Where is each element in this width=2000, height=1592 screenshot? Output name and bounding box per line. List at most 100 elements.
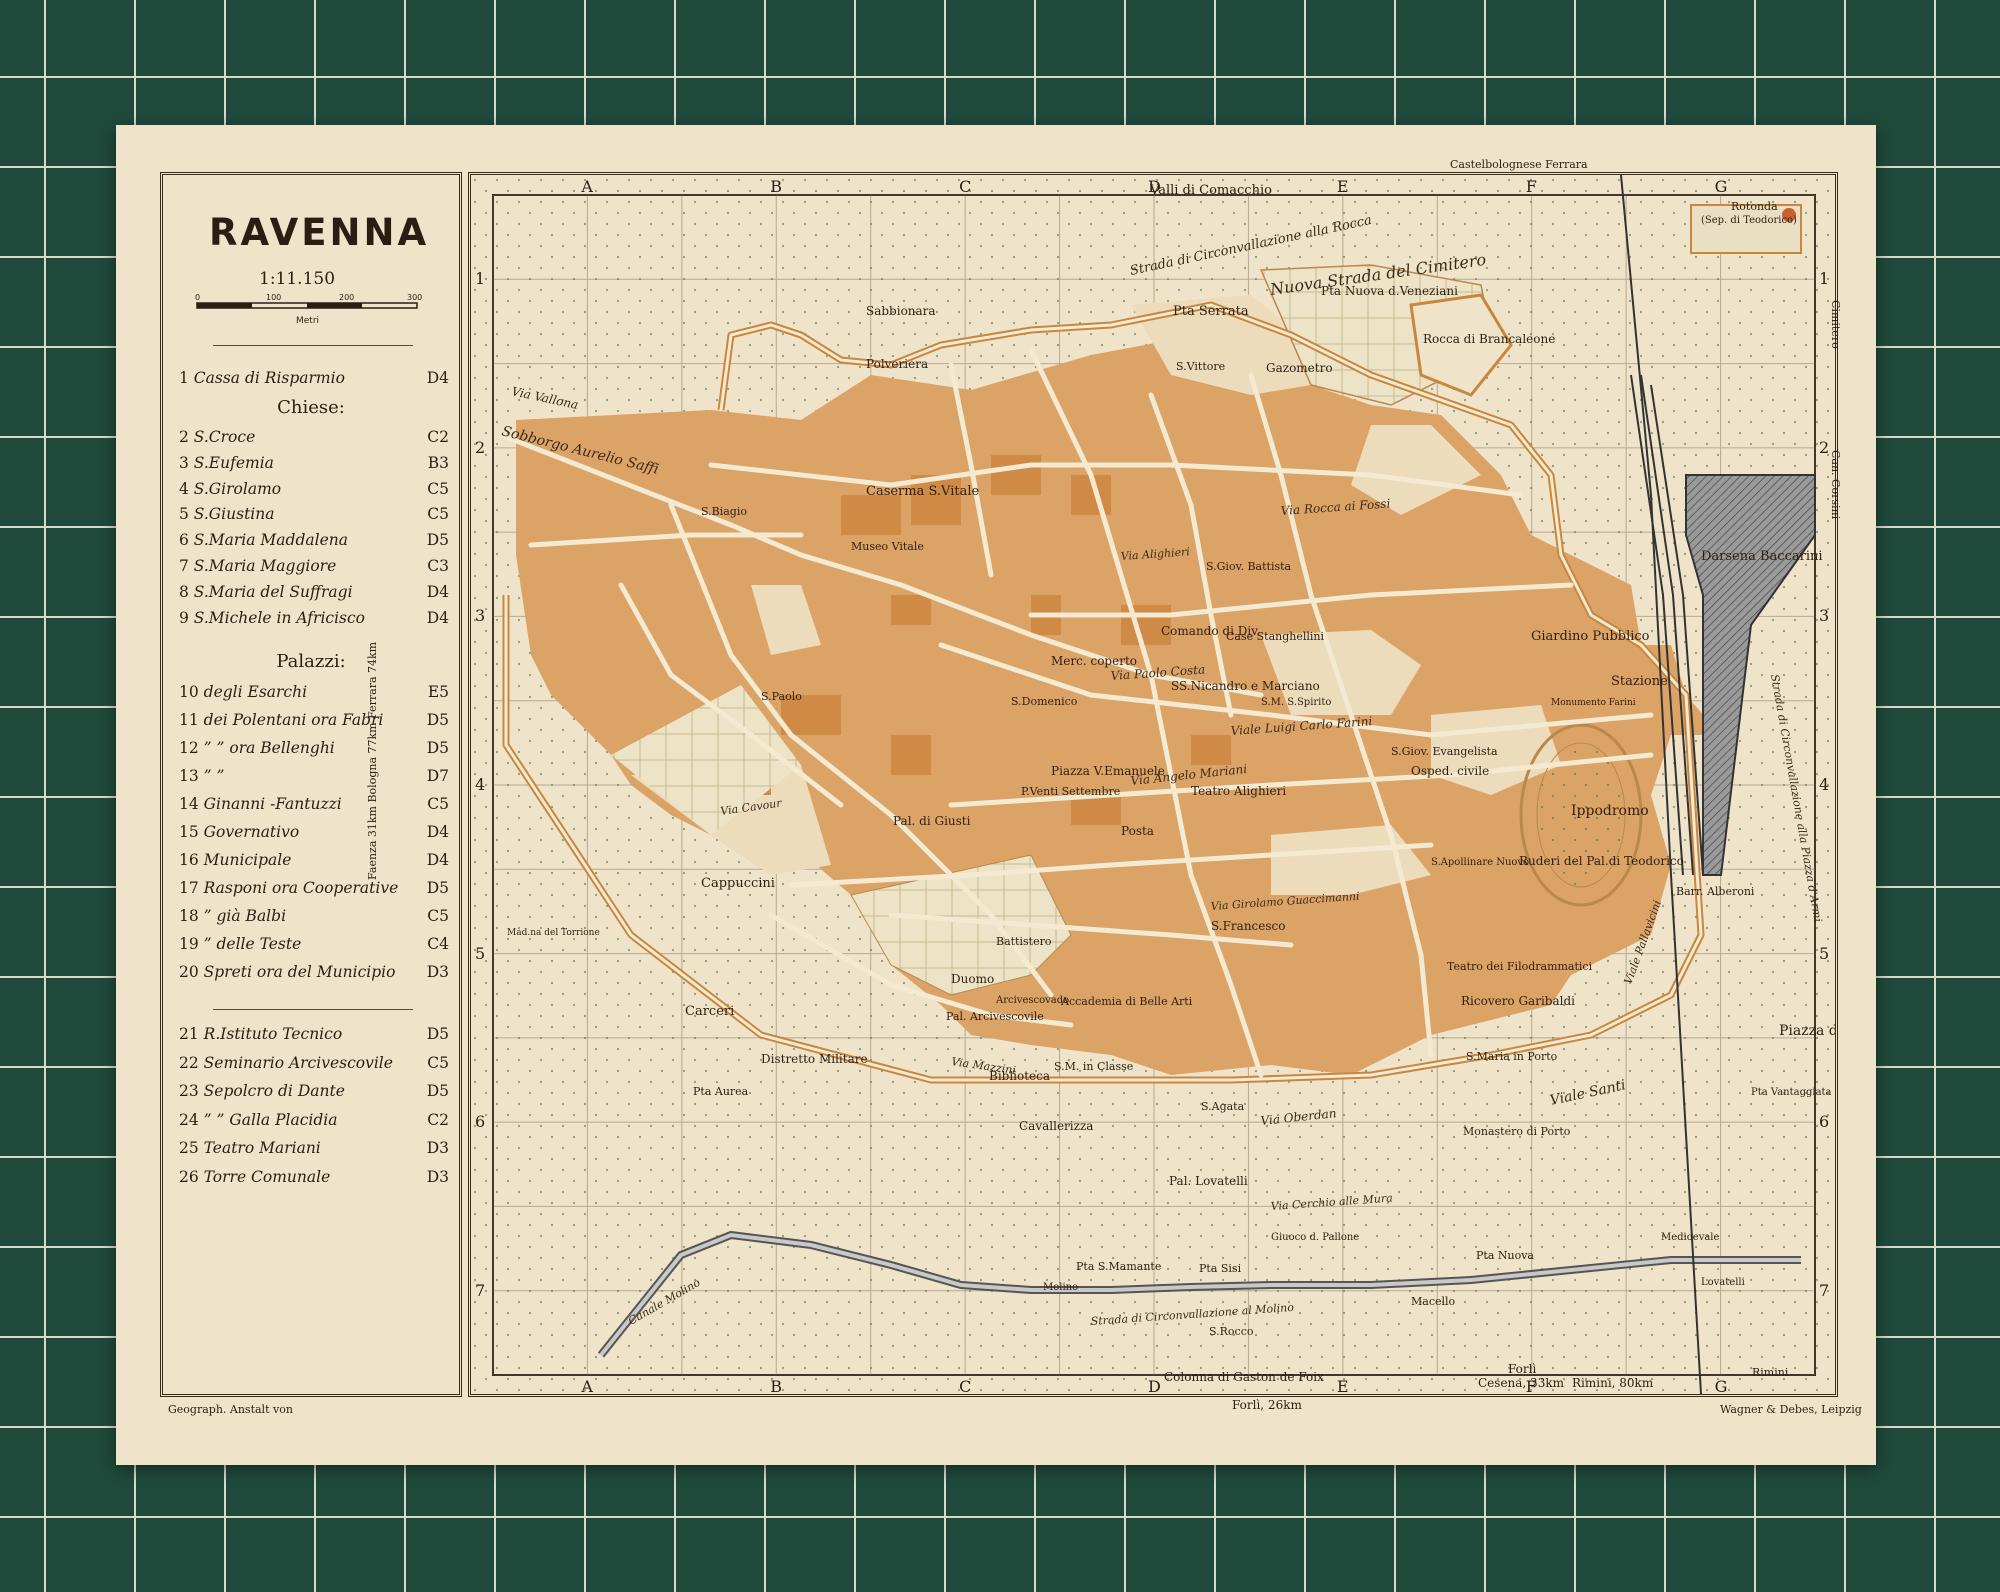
place-label-madonna-torrione[interactable]: Mad.na del Torrione <box>507 928 600 938</box>
place-label-s-vittore[interactable]: S.Vittore <box>1176 360 1225 373</box>
place-label-gazometro[interactable]: Gazometro <box>1266 361 1333 375</box>
legend-entry-name: S.Maria del Suffragi <box>193 582 353 601</box>
place-label-sabbionara[interactable]: Sabbionara <box>866 304 936 318</box>
legend-entry-grid-code: D4 <box>426 582 449 601</box>
place-label-nicandro[interactable]: SS.Nicandro e Marciano <box>1171 679 1320 693</box>
place-label-carceri[interactable]: Carceri <box>685 1004 734 1019</box>
legend-entry-grid-code: C5 <box>427 1053 449 1072</box>
legend-entry: 20 Spreti ora del Municipio D3 <box>179 963 449 981</box>
place-label-p-nuova[interactable]: Pta Nuova <box>1476 1249 1534 1262</box>
place-label-s-domenico[interactable]: S.Domenico <box>1011 695 1078 708</box>
place-label-ippodromo[interactable]: Ippodromo <box>1571 803 1649 819</box>
place-label-teatro-filodrammatici[interactable]: Teatro dei Filodrammatici <box>1447 960 1593 973</box>
legend-entry-name: S.Maria Maggiore <box>193 557 337 575</box>
place-label-s-m-classe[interactable]: S.M. in Classe <box>1054 1060 1133 1073</box>
grid-column-label-e: E <box>1336 177 1349 196</box>
place-label-giardino[interactable]: Giardino Pubblico <box>1531 629 1650 644</box>
place-label-s-francesco[interactable]: S.Francesco <box>1211 919 1285 933</box>
place-label-macello[interactable]: Macello <box>1411 1295 1456 1308</box>
place-label-battistero[interactable]: Battistero <box>996 935 1052 948</box>
place-label-s-giov-evangelista[interactable]: S.Giov. Evangelista <box>1391 745 1498 758</box>
legend-entry: 14 Ginanni -Fantuzzi C5 <box>179 795 449 813</box>
place-label-monastero[interactable]: Monastero di Porto <box>1463 1125 1571 1138</box>
place-label-caserma[interactable]: Caserma S.Vitale <box>866 484 980 499</box>
place-label-museo-vitale[interactable]: Museo Vitale <box>851 540 924 553</box>
place-label-case-stanghellini[interactable]: Case Stanghellini <box>1226 630 1324 643</box>
place-label-piazza-armi[interactable]: Piazza d'Armi <box>1779 1023 1835 1039</box>
place-label-teatro-alighieri[interactable]: Teatro Alighieri <box>1191 784 1286 798</box>
legend-entry-number: 5 <box>179 505 194 524</box>
place-label-p-s-mamante[interactable]: Pta S.Mamante <box>1076 1260 1161 1273</box>
place-label-sep-teodorico[interactable]: (Sep. di Teodorico) <box>1701 215 1797 226</box>
legend-divider <box>213 345 413 346</box>
place-label-pal-arcivescovile[interactable]: Pal. Arcivescovile <box>946 1010 1044 1023</box>
place-label-medicevale[interactable]: Medioevale <box>1661 1232 1720 1243</box>
legend-entry-number: 18 <box>179 907 204 925</box>
grid-row-label-3: 3 <box>1819 606 1830 626</box>
grid-row-label-7: 7 <box>475 1280 486 1300</box>
legend-entry-name: S.Giustina <box>193 505 275 524</box>
place-label-p-sisi[interactable]: Pta Sisi <box>1199 1262 1242 1275</box>
legend-divider <box>213 1009 413 1010</box>
grid-column-label-f: F <box>1525 177 1537 196</box>
place-label-s-maria-porto[interactable]: S.Maria in Porto <box>1466 1050 1558 1063</box>
legend-entry: 9 S.Michele in Africisco D4 <box>179 609 449 627</box>
place-label-ospedale[interactable]: Osped. civile <box>1411 764 1489 778</box>
grid-column-label-g: G <box>1714 177 1728 196</box>
place-label-alberoni[interactable]: Barr. Alberoni <box>1676 885 1755 898</box>
place-label-posta[interactable]: Posta <box>1121 824 1154 838</box>
footer-left: Geograph. Anstalt von <box>168 1403 293 1416</box>
legend-entry-number: 16 <box>179 851 204 869</box>
legend-entry-name: Municipale <box>203 851 292 869</box>
legend-entry-name: Teatro Mariani <box>203 1139 321 1157</box>
place-label-porta-aurea[interactable]: Pta Aurea <box>693 1085 749 1098</box>
legend-entry-grid-code: D3 <box>426 963 449 981</box>
place-label-p-venti-sett[interactable]: P.Venti Settembre <box>1021 785 1120 798</box>
grid-row-label-1: 1 <box>475 269 486 289</box>
place-label-accademia[interactable]: Accademia di Belle Arti <box>1060 995 1193 1008</box>
place-label-cavallerizza[interactable]: Cavallerizza <box>1019 1119 1093 1133</box>
place-label-p-serrata[interactable]: Pta Serrata <box>1173 304 1249 319</box>
grid-row-label-5: 5 <box>1819 943 1830 963</box>
city-map[interactable]: Rotonda (Sep. di Teodorico) Sabbionara Polv… <box>471 175 1835 1394</box>
legend-entry-name: R.Istituto Tecnico <box>203 1025 343 1043</box>
place-label-rocca[interactable]: Rocca di Brancaleone <box>1423 332 1555 346</box>
place-label-s-spirito[interactable]: S.M. S.Spirito <box>1261 697 1331 708</box>
grid-row-label-4: 4 <box>1819 775 1830 794</box>
legend-entry-grid-code: D5 <box>426 1025 449 1043</box>
place-label-ruderi[interactable]: Ruderi del Pal.di Teodorico <box>1519 854 1684 868</box>
legend-entry-name: degli Esarchi <box>203 683 308 701</box>
place-label-s-rocco[interactable]: S.Rocco <box>1209 1325 1254 1338</box>
legend-entry: 17 Rasponi ora Cooperative D5 <box>179 879 449 897</box>
legend-entry-grid-code: C3 <box>427 557 449 575</box>
place-label-molino[interactable]: Molino <box>1043 1282 1078 1293</box>
place-label-pal-lovatelli[interactable]: Pal. Lovatelli <box>1169 1174 1248 1188</box>
place-label-darsena[interactable]: Darsena Baccarini <box>1701 549 1823 564</box>
place-label-s-agata[interactable]: S.Agata <box>1201 1100 1245 1113</box>
place-label-p-vantaggiata[interactable]: Pta Vantaggiata <box>1751 1087 1832 1098</box>
legend-entry-number: 21 <box>179 1025 204 1043</box>
legend-entry: 11 dei Polentani ora Fabri D5 <box>179 711 449 729</box>
place-label-stazione[interactable]: Stazione <box>1611 674 1668 689</box>
legend-entry-number: 13 <box>179 767 204 785</box>
place-label-lovatelli[interactable]: Lovatelli <box>1701 1277 1745 1288</box>
place-label-ricovero[interactable]: Ricovero Garibaldi <box>1461 994 1575 1008</box>
map-frame: Rotonda (Sep. di Teodorico) Sabbionara Polv… <box>468 172 1838 1397</box>
place-label-distretto[interactable]: Distretto Militare <box>761 1052 868 1066</box>
place-label-rotonda[interactable]: Rotonda <box>1731 200 1778 213</box>
legend-entry-grid-code: D3 <box>426 1139 449 1157</box>
place-label-arcivescovado[interactable]: Arcivescovado <box>995 995 1069 1006</box>
place-label-mercato[interactable]: Merc. coperto <box>1051 654 1137 668</box>
place-label-cappuccini[interactable]: Cappuccini <box>701 876 775 891</box>
place-label-s-apollinare[interactable]: S.Apollinare Nuovo <box>1431 857 1529 868</box>
place-label-pal-giusti[interactable]: Pal. di Giusti <box>893 814 971 828</box>
place-label-s-paolo[interactable]: S.Paolo <box>761 690 802 703</box>
place-label-polveriera[interactable]: Polveriera <box>866 357 928 371</box>
legend-entry-grid-code: D4 <box>426 369 449 387</box>
place-label-gioco-pallone[interactable]: Giuoco d. Pallone <box>1271 1232 1359 1243</box>
legend-entry-grid-code: B3 <box>427 453 449 472</box>
place-label-s-biagio[interactable]: S.Biagio <box>701 505 747 518</box>
place-label-s-giov-battista[interactable]: S.Giov. Battista <box>1206 560 1292 573</box>
place-label-monumento-farini[interactable]: Monumento Farini <box>1551 698 1636 708</box>
place-label-duomo[interactable]: Duomo <box>951 972 994 986</box>
